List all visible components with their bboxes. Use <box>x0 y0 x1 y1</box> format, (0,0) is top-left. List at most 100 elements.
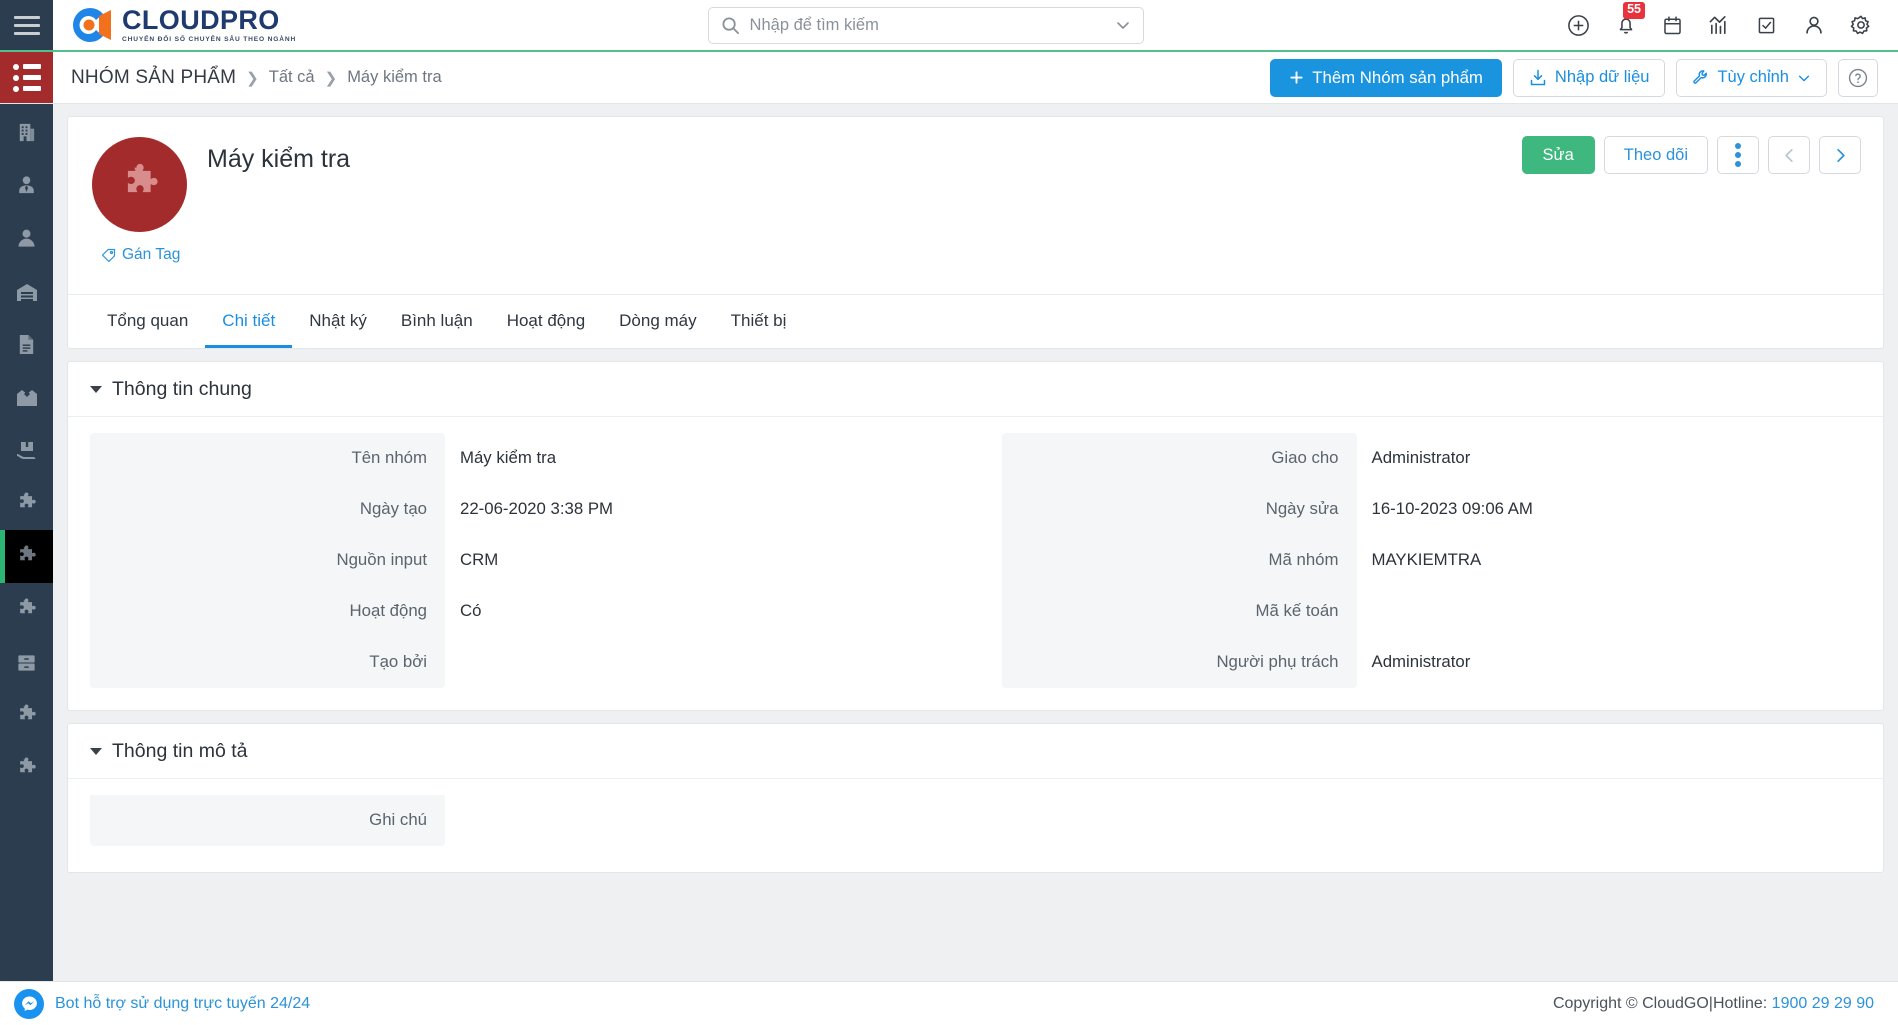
sidebar-item-delivery[interactable] <box>0 424 53 477</box>
sidebar-item-archive[interactable] <box>0 636 53 689</box>
sidebar-item-contacts[interactable] <box>0 159 53 212</box>
field-value[interactable]: Có <box>445 601 481 621</box>
field-label: Tên nhóm <box>90 432 445 484</box>
search-placeholder: Nhập để tìm kiếm <box>749 15 879 34</box>
sidebar-item-persons[interactable] <box>0 212 53 265</box>
support-bot-link[interactable]: Bot hỗ trợ sử dụng trực tuyến 24/24 <box>14 988 311 1019</box>
user-account-icon[interactable] <box>1790 0 1837 51</box>
more-actions-button[interactable] <box>1717 136 1759 174</box>
add-circle-icon[interactable] <box>1555 0 1602 51</box>
list-module-icon[interactable] <box>0 52 53 103</box>
chevron-left-icon <box>1781 147 1798 164</box>
plus-icon <box>1289 70 1304 85</box>
notifications-bell-icon[interactable]: 55 <box>1602 0 1649 51</box>
tasks-checkbox-icon[interactable] <box>1743 0 1790 51</box>
import-download-icon <box>1529 69 1547 87</box>
field-row: Ngày tạo 22-06-2020 3:38 PM <box>90 483 950 535</box>
field-label: Ghi chú <box>90 794 445 846</box>
support-bot-label: Bot hỗ trợ sử dụng trực tuyến 24/24 <box>55 994 311 1012</box>
field-row: Hoạt động Có <box>90 585 950 637</box>
wrench-icon <box>1692 69 1709 86</box>
cloudpro-logo-icon <box>69 5 113 45</box>
main-content: Gán Tag Máy kiểm tra Sửa Theo dõi Tổng q… <box>53 104 1898 981</box>
tab-thiet-bi[interactable]: Thiết bị <box>714 295 804 348</box>
record-header-card: Gán Tag Máy kiểm tra Sửa Theo dõi Tổng q… <box>67 116 1884 349</box>
tab-tong-quan[interactable]: Tổng quan <box>90 295 205 348</box>
field-value[interactable]: Máy kiểm tra <box>445 448 556 468</box>
add-product-group-button[interactable]: Thêm Nhóm sản phẩm <box>1270 58 1502 97</box>
left-sidebar <box>0 104 53 981</box>
copyright-text: Copyright © CloudGO|Hotline: 1900 29 29 … <box>1553 995 1874 1013</box>
section-title: Thông tin chung <box>112 377 252 400</box>
breadcrumb-separator: ❯ <box>246 69 259 87</box>
field-value[interactable]: Administrator <box>1357 652 1471 672</box>
settings-gear-icon[interactable] <box>1837 0 1884 51</box>
sidebar-item-products[interactable] <box>0 477 53 530</box>
breadcrumb-item-all[interactable]: Tất cả <box>269 68 315 87</box>
follow-button[interactable]: Theo dõi <box>1603 136 1708 174</box>
app-logo[interactable]: CLOUDPRO CHUYỂN ĐỔI SỐ CHUYÊN SÂU THEO N… <box>53 0 296 50</box>
sidebar-item-documents[interactable] <box>0 318 53 371</box>
field-column-right: Giao cho Administrator Ngày sửa 16-10-20… <box>1001 432 1862 688</box>
notification-badge: 55 <box>1623 2 1645 19</box>
field-row: Người phụ trách Administrator <box>1001 636 1862 688</box>
customize-button[interactable]: Tùy chỉnh <box>1676 58 1827 97</box>
sidebar-item-modules[interactable] <box>0 583 53 636</box>
tag-icon <box>101 248 116 263</box>
next-record-button[interactable] <box>1819 136 1861 174</box>
calendar-icon[interactable] <box>1649 0 1696 51</box>
messenger-icon <box>14 988 44 1019</box>
import-data-button[interactable]: Nhập dữ liệu <box>1512 58 1666 97</box>
field-value[interactable]: 16-10-2023 09:06 AM <box>1357 499 1533 519</box>
search-input[interactable]: Nhập để tìm kiếm <box>707 6 1144 44</box>
avatar <box>92 137 187 232</box>
chevron-down-icon <box>1797 71 1811 85</box>
import-data-label: Nhập dữ liệu <box>1554 68 1650 86</box>
record-action-buttons: Sửa Theo dõi <box>1521 136 1861 174</box>
field-value[interactable]: Administrator <box>1357 448 1471 468</box>
field-row: Giao cho Administrator <box>1001 432 1862 484</box>
add-product-group-label: Thêm Nhóm sản phẩm <box>1312 67 1483 87</box>
breadcrumb-item-current: Máy kiểm tra <box>347 68 442 86</box>
tab-dong-may[interactable]: Dòng máy <box>602 295 713 348</box>
field-row: Tạo bởi <box>90 636 950 688</box>
breadcrumb-separator: ❯ <box>324 69 338 87</box>
breadcrumb-module[interactable]: NHÓM SẢN PHẨM <box>71 67 236 89</box>
sidebar-item-open-box[interactable] <box>0 371 53 424</box>
tab-chi-tiet[interactable]: Chi tiết <box>205 295 293 348</box>
field-value[interactable]: CRM <box>445 550 498 570</box>
help-circle-icon[interactable] <box>1838 58 1878 97</box>
top-bar: CLOUDPRO CHUYỂN ĐỔI SỐ CHUYÊN SÂU THEO N… <box>0 0 1898 52</box>
sidebar-item-addons[interactable] <box>0 742 53 795</box>
edit-button[interactable]: Sửa <box>1521 136 1595 174</box>
field-column-left: Tên nhóm Máy kiểm tra Ngày tạo 22-06-202… <box>90 432 950 688</box>
sidebar-item-warehouse[interactable] <box>0 265 53 318</box>
sidebar-item-organizations[interactable] <box>0 106 53 159</box>
field-row: Mã kế toán <box>1001 585 1862 637</box>
field-value[interactable]: 22-06-2020 3:38 PM <box>445 499 613 519</box>
search-icon <box>721 16 740 35</box>
field-row: Ghi chú <box>90 794 950 846</box>
section-thong-tin-chung: Thông tin chung Tên nhóm Máy kiểm tra Ng… <box>67 360 1884 711</box>
field-value[interactable]: MAYKIEMTRA <box>1357 550 1482 570</box>
tab-nhat-ky[interactable]: Nhật ký <box>292 295 384 348</box>
field-label: Mã kế toán <box>1001 585 1357 637</box>
reports-chart-icon[interactable] <box>1696 0 1743 51</box>
assign-tag-button[interactable]: Gán Tag <box>92 246 180 264</box>
hamburger-icon[interactable] <box>0 0 53 50</box>
field-label: Ngày sửa <box>1001 483 1357 535</box>
sidebar-item-product-group[interactable] <box>0 530 53 583</box>
tab-hoat-dong[interactable]: Hoạt động <box>490 295 602 348</box>
content-scroll-area: Gán Tag Máy kiểm tra Sửa Theo dõi Tổng q… <box>53 104 1898 981</box>
chevron-right-icon <box>1832 147 1849 164</box>
sidebar-item-extensions[interactable] <box>0 689 53 742</box>
hotline-number[interactable]: 1900 29 29 90 <box>1772 995 1874 1012</box>
chevron-down-icon[interactable] <box>1115 17 1131 33</box>
app-body: Gán Tag Máy kiểm tra Sửa Theo dõi Tổng q… <box>0 104 1898 981</box>
previous-record-button[interactable] <box>1768 136 1810 174</box>
collapse-caret-icon[interactable] <box>90 385 102 393</box>
tab-binh-luan[interactable]: Bình luận <box>384 295 490 348</box>
field-label: Giao cho <box>1001 432 1357 484</box>
field-column-left: Ghi chú <box>90 794 950 846</box>
collapse-caret-icon[interactable] <box>90 747 102 755</box>
